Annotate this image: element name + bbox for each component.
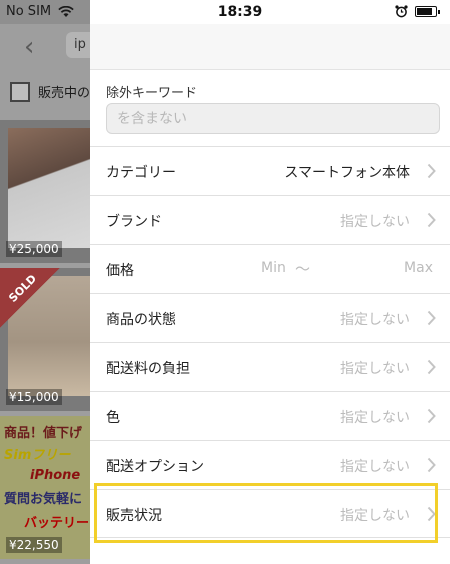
- status-bar-left: No SIM: [0, 0, 90, 24]
- chevron-right-icon: [427, 506, 436, 522]
- shipping-option-row[interactable]: 配送オプション 指定しない: [90, 440, 450, 489]
- exclude-keyword-title: 除外キーワード: [106, 86, 198, 101]
- listing-price: ¥25,000: [6, 241, 62, 257]
- price-range-separator: 〜: [295, 260, 311, 278]
- chevron-right-icon: [427, 212, 436, 228]
- category-value: スマートフォン本体: [284, 165, 410, 181]
- shipping-fee-row[interactable]: 配送料の負担 指定しない: [90, 342, 450, 391]
- sold-badge: SOLD: [0, 268, 60, 328]
- category-label: カテゴリー: [106, 165, 176, 181]
- wifi-icon: [58, 6, 74, 17]
- shipping-fee-label: 配送料の負担: [106, 361, 190, 377]
- exclude-keyword-input[interactable]: [106, 103, 440, 134]
- filter-panel: 除外キーワード カテゴリー スマートフォン本体 ブランド 指定しない 価格 Mi…: [90, 24, 450, 564]
- listing-thumbnail: [8, 128, 90, 248]
- listing-price: ¥15,000: [6, 389, 62, 405]
- chevron-right-icon: [427, 310, 436, 326]
- price-label: 価格: [106, 263, 134, 279]
- listing-item[interactable]: SOLD ¥15,000: [0, 268, 90, 411]
- shipping-option-label: 配送オプション: [106, 459, 204, 475]
- background-filter-bar: 販売中の: [0, 66, 90, 118]
- exclude-keyword-section: 除外キーワード: [90, 70, 450, 146]
- chevron-right-icon: [427, 359, 436, 375]
- brand-row[interactable]: ブランド 指定しない: [90, 195, 450, 244]
- background-listing: ‹ ip 販売中の ¥25,000 SOLD ¥15,000 商品！値下げ Si…: [0, 24, 90, 564]
- chevron-right-icon: [427, 163, 436, 179]
- price-min-input[interactable]: Min: [261, 260, 286, 276]
- brand-value: 指定しない: [340, 214, 410, 230]
- condition-row[interactable]: 商品の状態 指定しない: [90, 293, 450, 342]
- filter-panel-header: [90, 24, 450, 70]
- shipping-fee-value: 指定しない: [340, 361, 410, 377]
- listing-item[interactable]: ¥25,000: [0, 120, 90, 263]
- listing-price: ¥22,550: [6, 537, 62, 553]
- condition-value: 指定しない: [340, 312, 410, 328]
- category-row[interactable]: カテゴリー スマートフォン本体: [90, 146, 450, 195]
- carrier-label: No SIM: [6, 4, 52, 19]
- listing-item[interactable]: 商品！値下げ Simフリー iPhone 質問お気軽に バッテリー ¥22,55…: [0, 416, 90, 559]
- condition-label: 商品の状態: [106, 312, 176, 328]
- background-nav-bar: ‹ ip: [0, 24, 90, 66]
- on-sale-checkbox-label: 販売中の: [38, 86, 90, 101]
- color-label: 色: [106, 410, 120, 426]
- on-sale-checkbox[interactable]: [10, 82, 30, 102]
- battery-icon: [415, 6, 440, 17]
- chevron-right-icon: [427, 457, 436, 473]
- status-bar: No SIM 18:39: [0, 0, 450, 24]
- brand-label: ブランド: [106, 214, 162, 230]
- color-value: 指定しない: [340, 410, 410, 426]
- background-search-field[interactable]: ip: [66, 32, 90, 58]
- clock: 18:39: [217, 4, 263, 20]
- shipping-option-value: 指定しない: [340, 459, 410, 475]
- chevron-right-icon: [427, 408, 436, 424]
- status-bar-right: 18:39: [90, 0, 450, 24]
- sales-status-label: 販売状況: [106, 508, 162, 524]
- alarm-icon: [395, 5, 408, 18]
- sales-status-value: 指定しない: [340, 508, 410, 524]
- price-row: 価格 Min 〜 Max: [90, 244, 450, 293]
- back-chevron-icon[interactable]: ‹: [24, 32, 34, 62]
- sales-status-row[interactable]: 販売状況 指定しない: [90, 489, 450, 538]
- price-max-input[interactable]: Max: [404, 260, 433, 276]
- color-row[interactable]: 色 指定しない: [90, 391, 450, 440]
